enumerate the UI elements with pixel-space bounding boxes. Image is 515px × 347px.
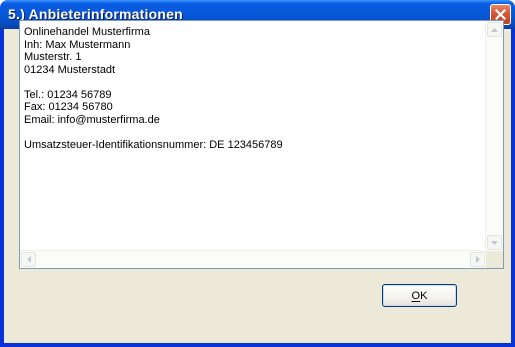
arrow-left-icon: [26, 256, 31, 263]
ok-button-label: OK: [411, 289, 428, 302]
scroll-up-button[interactable]: [487, 22, 502, 37]
info-textarea[interactable]: Onlinehandel Musterfirma Inh: Max Muster…: [19, 20, 504, 269]
scrollbar-corner: [486, 251, 503, 268]
scroll-down-button[interactable]: [487, 235, 502, 250]
close-icon: [495, 9, 506, 20]
scroll-right-button[interactable]: [470, 252, 485, 267]
arrow-down-icon: [491, 240, 498, 245]
horizontal-scrollbar[interactable]: [20, 250, 486, 268]
arrow-up-icon: [491, 27, 498, 32]
ok-button[interactable]: OK: [382, 284, 457, 307]
vertical-scrollbar[interactable]: [485, 21, 503, 251]
scroll-left-button[interactable]: [21, 252, 36, 267]
info-text: Onlinehandel Musterfirma Inh: Max Muster…: [24, 26, 283, 151]
ok-mnemonic: O: [411, 289, 421, 302]
dialog-window: 5.) Anbieterinformationen Onlinehandel M…: [0, 0, 515, 347]
arrow-right-icon: [475, 256, 480, 263]
